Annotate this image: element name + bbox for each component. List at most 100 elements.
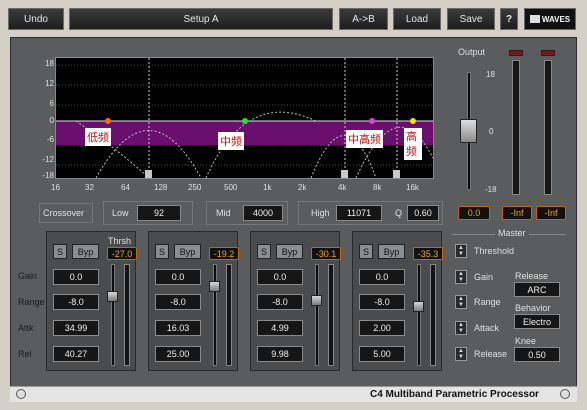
band3-threshold-thumb[interactable] <box>311 294 322 306</box>
master-threshold-arrows[interactable]: ▲ ▼ <box>455 244 467 258</box>
band2-gain-handle[interactable] <box>242 118 248 124</box>
setup-preset-button[interactable]: Setup A <box>69 8 333 30</box>
band3-gain-handle[interactable] <box>369 118 375 124</box>
footer-right-icon[interactable] <box>560 389 570 399</box>
band3-bypass-button[interactable]: Byp <box>276 244 303 259</box>
help-button[interactable]: ? <box>500 8 518 30</box>
band1-range-field[interactable]: -8.0 <box>53 294 99 310</box>
q-label: Q <box>395 208 403 218</box>
band3-threshold-slider[interactable] <box>315 264 319 366</box>
eq-graph-display[interactable] <box>55 57 434 179</box>
q-field[interactable]: 0.60 <box>407 205 439 221</box>
band2-attack-field[interactable]: 16.03 <box>155 320 201 336</box>
output-meter-left-value: -Inf <box>502 206 532 220</box>
c4-plugin-window: { "topbar": { "undo": "Undo", "setup": "… <box>0 0 587 410</box>
behavior-label: Behavior <box>515 303 551 313</box>
band1-threshold-value[interactable]: -27.0 <box>107 247 137 260</box>
master-range-arrows[interactable]: ▲ ▼ <box>455 295 467 309</box>
band2-threshold-value[interactable]: -19.2 <box>209 247 239 260</box>
x-tick: 16 <box>51 183 60 192</box>
master-range-label: Range <box>474 297 501 307</box>
band4-release-field[interactable]: 5.00 <box>359 346 405 362</box>
band2-solo-button[interactable]: S <box>155 244 169 259</box>
crossover-mid-handle[interactable] <box>341 170 348 178</box>
band1-bypass-button[interactable]: Byp <box>72 244 99 259</box>
crossover-low-handle[interactable] <box>145 170 152 178</box>
crossover-high-field[interactable]: 11071 <box>336 205 382 221</box>
band4-solo-button[interactable]: S <box>359 244 373 259</box>
band2-gain-field[interactable]: 0.0 <box>155 269 201 285</box>
output-clip-led-left <box>509 50 523 56</box>
band1-attack-field[interactable]: 34.99 <box>53 320 99 336</box>
output-gain-slider-thumb[interactable] <box>460 119 477 143</box>
band3-attack-field[interactable]: 4.99 <box>257 320 303 336</box>
band3-release-field[interactable]: 9.98 <box>257 346 303 362</box>
band1-gain-field[interactable]: 0.0 <box>53 269 99 285</box>
output-clip-led-right <box>541 50 555 56</box>
master-release-arrows[interactable]: ▲ ▼ <box>455 347 467 361</box>
master-title: Master <box>495 228 529 238</box>
band2-bypass-button[interactable]: Byp <box>174 244 201 259</box>
band4-gain-field[interactable]: 0.0 <box>359 269 405 285</box>
crossover-high-handle[interactable] <box>393 170 400 178</box>
x-tick: 4k <box>338 183 347 192</box>
band4-threshold-thumb[interactable] <box>413 300 424 312</box>
load-button[interactable]: Load <box>393 8 441 30</box>
footer-left-icon[interactable] <box>16 389 26 399</box>
band4-range-field[interactable]: -8.0 <box>359 294 405 310</box>
band3-threshold-value[interactable]: -30.1 <box>311 247 341 260</box>
band1-gain-handle[interactable] <box>105 118 111 124</box>
x-tick: 32 <box>85 183 94 192</box>
save-button[interactable]: Save <box>447 8 495 30</box>
band4-threshold-slider[interactable] <box>417 264 421 366</box>
band1-threshold-slider[interactable] <box>111 264 115 366</box>
band1-meter <box>124 264 130 366</box>
y-tick: 6 <box>49 99 54 108</box>
output-meter-right-value: -Inf <box>536 206 566 220</box>
master-gain-label: Gain <box>474 272 494 282</box>
band3-gain-field[interactable]: 0.0 <box>257 269 303 285</box>
output-scale-top: 18 <box>486 70 495 79</box>
band3-solo-button[interactable]: S <box>257 244 271 259</box>
crossover-low-field[interactable]: 92 <box>137 205 181 221</box>
crossover-title: Crossover <box>43 208 85 218</box>
output-meter-right <box>544 60 552 195</box>
a-to-b-button[interactable]: A->B <box>339 8 388 30</box>
band1-threshold-thumb[interactable] <box>107 290 118 302</box>
band2-range-field[interactable]: -8.0 <box>155 294 201 310</box>
behavior-field[interactable]: Electro <box>514 314 560 329</box>
band-label-mid: 中频 <box>218 132 244 150</box>
y-tick: -6 <box>46 135 54 144</box>
crossover-mid-field[interactable]: 4000 <box>243 205 283 221</box>
band-label-high-mid: 中高频 <box>346 130 383 148</box>
output-gain-value[interactable]: 0.0 <box>458 206 490 220</box>
band4-meter <box>430 264 436 366</box>
undo-button[interactable]: Undo <box>8 8 64 30</box>
band4-bypass-button[interactable]: Byp <box>378 244 405 259</box>
band4-attack-field[interactable]: 2.00 <box>359 320 405 336</box>
band4-threshold-value[interactable]: -35.3 <box>413 247 443 260</box>
output-title: Output <box>458 47 486 57</box>
band4-gain-handle[interactable] <box>410 118 416 124</box>
x-tick: 16k <box>406 183 419 192</box>
master-gain-arrows[interactable]: ▲ ▼ <box>455 270 467 284</box>
x-tick: 2k <box>298 183 307 192</box>
release-mode-field[interactable]: ARC <box>514 282 560 297</box>
band2-threshold-slider[interactable] <box>213 264 217 366</box>
band1-solo-button[interactable]: S <box>53 244 67 259</box>
band2-threshold-thumb[interactable] <box>209 281 220 293</box>
x-tick: 128 <box>154 183 168 192</box>
knee-field[interactable]: 0.50 <box>514 347 560 362</box>
crossover-low-label: Low <box>112 208 129 218</box>
band1-release-field[interactable]: 40.27 <box>53 346 99 362</box>
master-attack-arrows[interactable]: ▲ ▼ <box>455 321 467 335</box>
output-scale-mid: 0 <box>489 127 494 136</box>
crossover-high-label: High <box>311 208 330 218</box>
master-attack-label: Attack <box>474 323 500 333</box>
y-tick: -18 <box>42 171 54 180</box>
x-tick: 8k <box>373 183 382 192</box>
crossover-mid-label: Mid <box>216 208 231 218</box>
band2-meter <box>226 264 232 366</box>
band2-release-field[interactable]: 25.00 <box>155 346 201 362</box>
band3-range-field[interactable]: -8.0 <box>257 294 303 310</box>
